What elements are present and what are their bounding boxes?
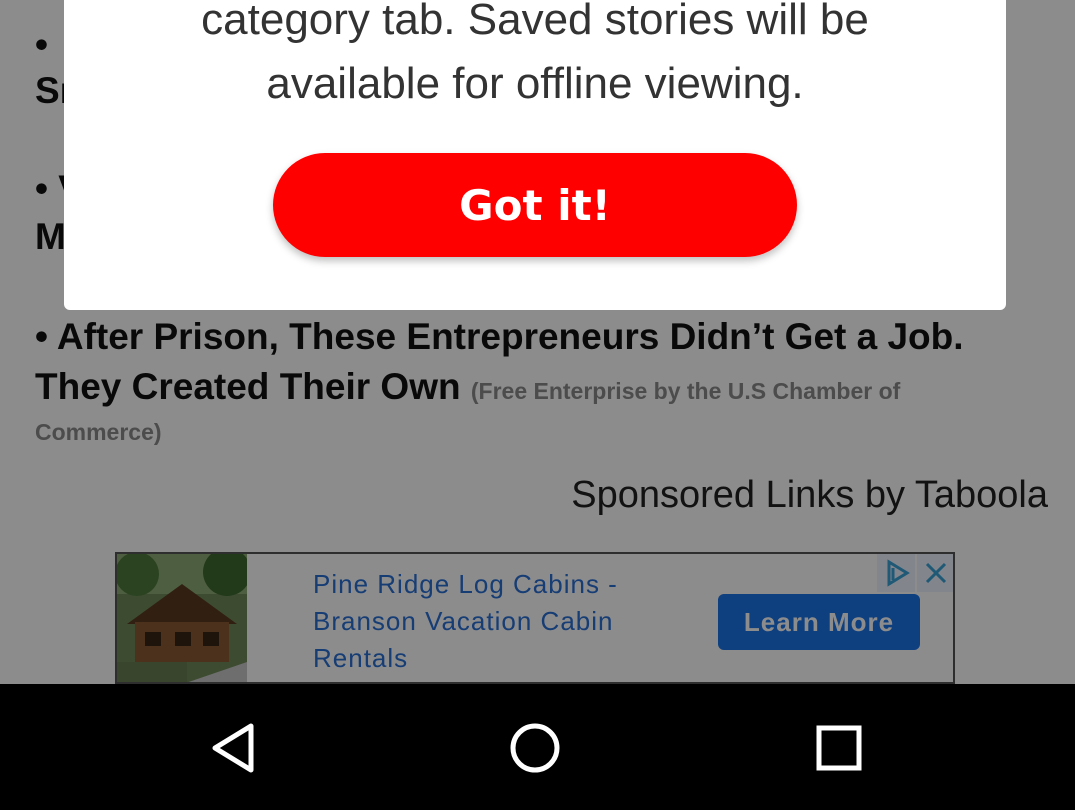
android-nav-bar (0, 684, 1075, 810)
dialog-message-line-1: category tab. Saved stories will be (201, 0, 869, 44)
recents-square-icon[interactable] (807, 716, 871, 780)
screen: • Sı • V M • After Prison, These Entrepr… (0, 0, 1075, 810)
got-it-button[interactable]: Got it! (273, 153, 797, 257)
home-circle-icon[interactable] (503, 716, 567, 780)
dialog-message: category tab. Saved stories will be avai… (64, 0, 1006, 116)
back-triangle-icon[interactable] (201, 716, 265, 780)
dialog-message-line-2: available for offline viewing. (266, 59, 804, 108)
offline-save-dialog: category tab. Saved stories will be avai… (64, 0, 1006, 310)
